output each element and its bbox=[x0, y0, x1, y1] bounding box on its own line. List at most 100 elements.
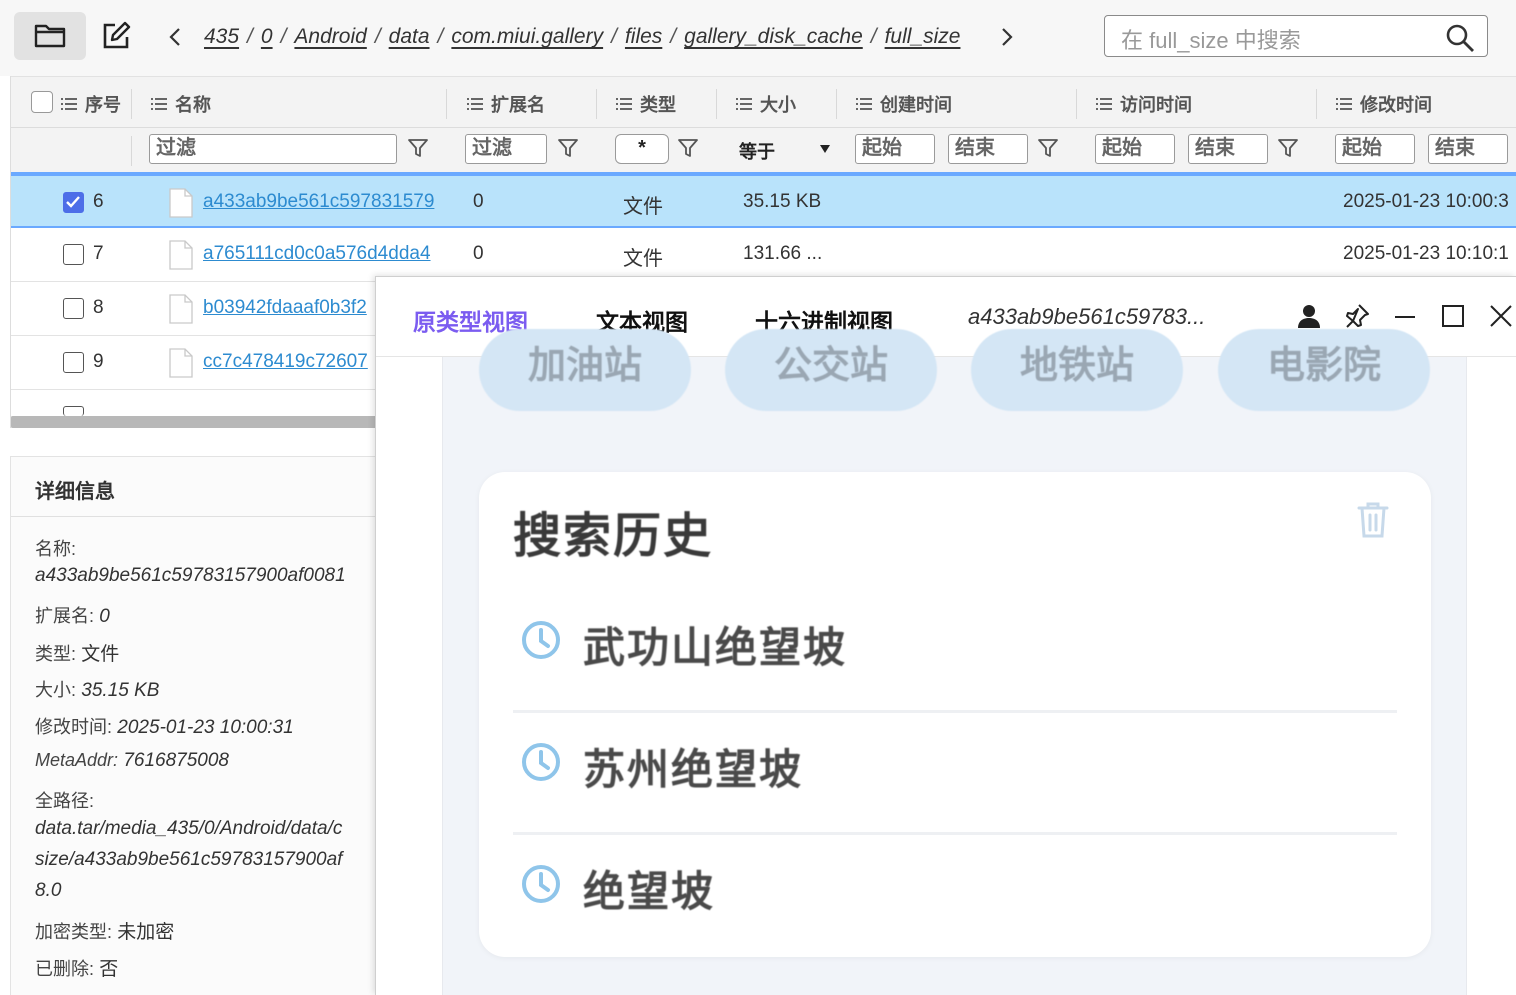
folder-view-button[interactable] bbox=[14, 12, 86, 60]
name-filter-input[interactable]: 过滤 bbox=[149, 134, 397, 164]
column-header-index[interactable]: 序号 bbox=[61, 91, 121, 117]
breadcrumb-item[interactable]: Android bbox=[294, 25, 366, 48]
edit-button[interactable] bbox=[80, 12, 152, 60]
dropdown-arrow-icon[interactable] bbox=[819, 144, 831, 154]
search-input[interactable]: 在 full_size 中搜索 bbox=[1104, 15, 1488, 57]
detail-name-value: a433ab9be561c59783157900af0081 bbox=[35, 565, 346, 586]
modified-start-input[interactable]: 起始 bbox=[1335, 134, 1415, 164]
search-icon[interactable] bbox=[1445, 23, 1475, 53]
row-checkbox bbox=[63, 406, 84, 416]
list-icon bbox=[856, 98, 872, 110]
ext-filter-input[interactable]: 过滤 bbox=[465, 134, 547, 164]
file-size: 131.66 ... bbox=[743, 243, 823, 264]
filter-icon[interactable] bbox=[677, 137, 699, 159]
column-header-type[interactable]: 类型 bbox=[616, 91, 676, 117]
modified-end-input[interactable]: 结束 bbox=[1428, 134, 1508, 164]
details-panel: 详细信息 名称: a433ab9be561c59783157900af0081 … bbox=[10, 456, 381, 995]
filter-icon[interactable] bbox=[1277, 137, 1299, 159]
breadcrumb-item[interactable]: files bbox=[625, 25, 662, 48]
column-divider[interactable] bbox=[1076, 89, 1077, 119]
column-header-modified[interactable]: 修改时间 bbox=[1336, 91, 1432, 117]
forward-button[interactable] bbox=[992, 18, 1022, 56]
column-header-accessed[interactable]: 访问时间 bbox=[1096, 91, 1192, 117]
detail-path-line: 8.0 bbox=[35, 880, 62, 901]
select-all-checkbox[interactable] bbox=[31, 91, 53, 113]
breadcrumb-item[interactable]: 0 bbox=[261, 25, 273, 48]
history-item: 武功山绝望坡 bbox=[479, 584, 1431, 706]
table-row[interactable]: 6 a433ab9be561c597831579 0 文件 35.15 KB 2… bbox=[11, 174, 1516, 228]
chip: 电影院 bbox=[1218, 329, 1430, 411]
scrollbar-thumb[interactable] bbox=[11, 416, 391, 428]
column-divider[interactable] bbox=[446, 89, 447, 119]
column-divider bbox=[131, 136, 132, 166]
column-divider[interactable] bbox=[836, 89, 837, 119]
file-name-link[interactable]: a765111cd0c0a576d4dda4 bbox=[203, 243, 455, 265]
history-item-text: 苏州绝望坡 bbox=[583, 746, 804, 793]
minimize-icon[interactable] bbox=[1392, 303, 1418, 329]
file-type: 文件 bbox=[623, 248, 663, 270]
clock-icon bbox=[522, 865, 560, 903]
column-header-created[interactable]: 创建时间 bbox=[856, 91, 952, 117]
close-icon[interactable] bbox=[1488, 303, 1514, 329]
filter-icon[interactable] bbox=[557, 137, 579, 159]
column-divider[interactable] bbox=[596, 89, 597, 119]
filter-row: 过滤 过滤 * 等于 起始 结束 起始 结束 起始 结束 bbox=[11, 128, 1516, 174]
created-start-input[interactable]: 起始 bbox=[855, 134, 935, 164]
row-index: 8 bbox=[93, 297, 104, 318]
history-title: 搜索历史 bbox=[513, 510, 714, 563]
detail-mtime: 修改时间: 2025-01-23 10:00:31 bbox=[35, 717, 294, 738]
list-icon bbox=[736, 98, 752, 110]
detail-path-label: 全路径: bbox=[35, 791, 95, 811]
details-title: 详细信息 bbox=[35, 481, 115, 503]
row-checkbox[interactable] bbox=[63, 352, 84, 373]
divider bbox=[11, 516, 381, 517]
column-header-size[interactable]: 大小 bbox=[736, 91, 796, 117]
back-button[interactable] bbox=[160, 18, 190, 56]
row-checkbox[interactable] bbox=[63, 244, 84, 265]
row-index: 6 bbox=[93, 191, 104, 212]
chip: 加油站 bbox=[479, 329, 691, 411]
breadcrumb-item[interactable]: 435 bbox=[204, 25, 239, 48]
history-item: 绝望坡 bbox=[479, 828, 1431, 950]
file-name-link[interactable]: a433ab9be561c597831579 bbox=[203, 191, 455, 213]
column-header-ext[interactable]: 扩展名 bbox=[467, 91, 545, 117]
size-operator-select[interactable]: 等于 bbox=[739, 138, 775, 164]
file-type: 文件 bbox=[623, 196, 663, 218]
file-icon bbox=[169, 240, 193, 270]
created-end-input[interactable]: 结束 bbox=[948, 134, 1028, 164]
breadcrumb-item[interactable]: gallery_disk_cache bbox=[684, 25, 863, 48]
type-filter-input[interactable]: * bbox=[615, 134, 669, 164]
detail-type: 类型: 文件 bbox=[35, 644, 120, 665]
list-icon bbox=[61, 98, 77, 110]
list-icon bbox=[1336, 98, 1352, 110]
row-checkbox[interactable] bbox=[63, 192, 84, 213]
pin-icon[interactable] bbox=[1344, 303, 1370, 329]
filter-icon[interactable] bbox=[407, 137, 429, 159]
accessed-end-input[interactable]: 结束 bbox=[1188, 134, 1268, 164]
column-divider[interactable] bbox=[1316, 89, 1317, 119]
breadcrumb: 435/0/Android / data / com.miui.gallery / file… bbox=[204, 25, 961, 48]
folder-icon bbox=[34, 24, 66, 48]
detail-ext: 扩展名: 0 bbox=[35, 606, 110, 627]
history-item-text: 绝望坡 bbox=[583, 868, 716, 915]
column-header-name[interactable]: 名称 bbox=[151, 91, 211, 117]
preview-image: 加油站 公交站 地铁站 电影院 搜索历史 武功山绝望坡 苏州绝望坡 绝望坡 bbox=[442, 329, 1467, 995]
list-icon bbox=[467, 98, 483, 110]
column-divider[interactable] bbox=[131, 89, 132, 119]
filter-icon[interactable] bbox=[1037, 137, 1059, 159]
file-icon bbox=[169, 294, 193, 324]
table-header: 序号 名称 扩展名 类型 大小 创建时间 访问时间 修改时间 bbox=[11, 76, 1516, 128]
chip: 地铁站 bbox=[971, 329, 1183, 411]
accessed-start-input[interactable]: 起始 bbox=[1095, 134, 1175, 164]
edit-icon bbox=[103, 21, 131, 49]
breadcrumb-item[interactable]: com.miui.gallery bbox=[451, 25, 603, 48]
row-index: 9 bbox=[93, 351, 104, 372]
user-icon[interactable] bbox=[1296, 303, 1322, 329]
breadcrumb-item[interactable]: data bbox=[389, 25, 430, 48]
file-modified-time: 2025-01-23 10:00:3 bbox=[1343, 191, 1509, 212]
table-row[interactable]: 7 a765111cd0c0a576d4dda4 0 文件 131.66 ...… bbox=[11, 228, 1516, 282]
row-checkbox[interactable] bbox=[63, 298, 84, 319]
breadcrumb-item[interactable]: full_size bbox=[885, 25, 961, 48]
maximize-icon[interactable] bbox=[1440, 303, 1466, 329]
column-divider[interactable] bbox=[716, 89, 717, 119]
